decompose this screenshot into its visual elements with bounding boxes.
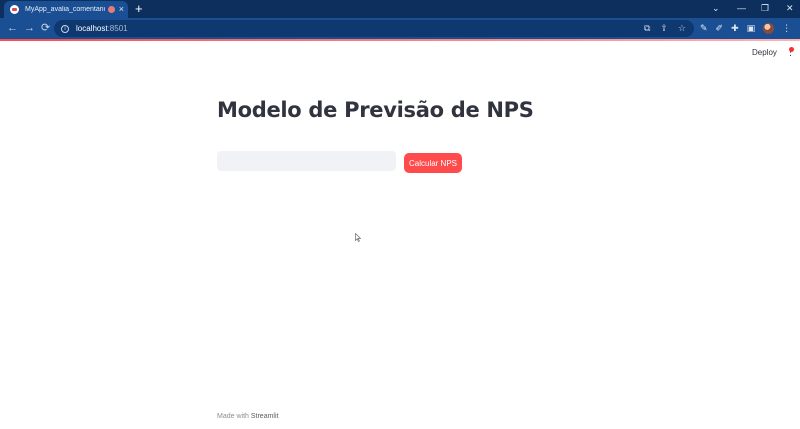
url-text: localhost:8501	[76, 24, 128, 33]
chrome-menu-icon[interactable]: ⋮	[782, 21, 791, 35]
reload-icon[interactable]: ⟳	[41, 21, 50, 35]
close-window-button[interactable]: ✕	[786, 2, 794, 14]
streamlit-link[interactable]: Streamlit	[251, 413, 279, 420]
back-icon[interactable]: ←	[7, 21, 18, 35]
new-tab-button[interactable]: +	[135, 1, 143, 16]
page-title: Modelo de Previsão de NPS	[217, 98, 534, 122]
notification-badge	[789, 47, 794, 52]
translate-icon[interactable]: ⧉	[644, 23, 650, 34]
profile-avatar[interactable]	[763, 22, 775, 34]
site-info-icon[interactable]: i	[61, 24, 69, 33]
extension-pen-icon[interactable]: ✎	[700, 21, 708, 35]
footer-prefix: Made with	[217, 413, 249, 420]
app-main: Deploy ⋮ Modelo de Previsão de NPS Calcu…	[0, 41, 800, 429]
restore-button[interactable]: ❐	[761, 2, 769, 14]
browser-tabstrip: MyApp_avalia_comentarios × + ⌄ — ❐ ✕	[0, 0, 800, 18]
calcular-nps-button[interactable]: Calcular NPS	[404, 153, 462, 173]
tab-close-icon[interactable]: ×	[119, 5, 124, 14]
comment-input[interactable]	[217, 151, 396, 171]
minimize-button[interactable]: —	[737, 2, 746, 14]
bookmark-star-icon[interactable]: ☆	[678, 23, 686, 34]
deploy-button[interactable]: Deploy	[752, 48, 777, 57]
tab-search-icon[interactable]: ⌄	[712, 2, 720, 14]
tab-title: MyApp_avalia_comentarios	[25, 6, 105, 13]
side-panel-icon[interactable]: ▣	[747, 21, 756, 35]
streamlit-favicon-icon	[10, 5, 19, 14]
browser-tab[interactable]: MyApp_avalia_comentarios ×	[4, 1, 128, 18]
extensions-puzzle-icon[interactable]: ✚	[731, 21, 739, 35]
extension-tool-icon[interactable]: ✐	[716, 21, 724, 35]
recording-indicator-icon	[107, 6, 115, 13]
share-icon[interactable]: ⇪	[660, 23, 668, 34]
mouse-cursor-icon	[355, 233, 361, 242]
browser-toolbar: ← → ⟳ i localhost:8501 ⧉ ⇪ ☆ ✎ ✐ ✚ ▣ ⋮	[0, 18, 800, 39]
address-bar[interactable]: i localhost:8501 ⧉ ⇪ ☆	[54, 20, 694, 37]
footer: Made with Streamlit	[217, 413, 278, 420]
forward-icon[interactable]: →	[24, 21, 35, 35]
